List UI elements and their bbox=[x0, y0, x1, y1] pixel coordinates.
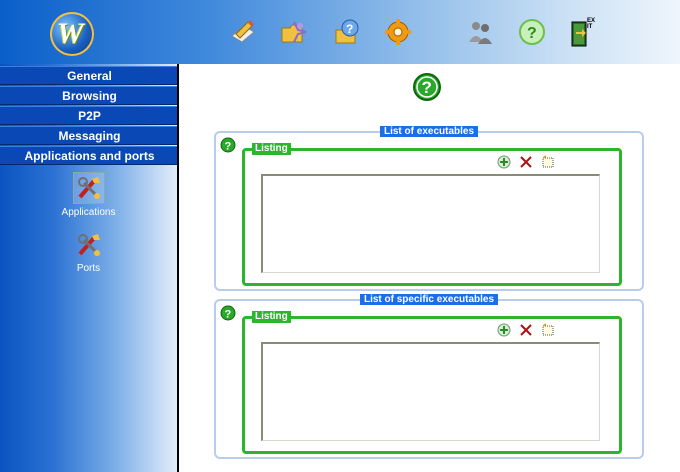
tools-icon bbox=[72, 172, 105, 204]
add-icon[interactable] bbox=[497, 323, 511, 337]
help-icon[interactable]: ? bbox=[220, 305, 236, 321]
sidebar-item-browsing[interactable]: Browsing bbox=[0, 86, 179, 105]
help-icon[interactable]: ? bbox=[220, 137, 236, 153]
panel-title: List of specific executables bbox=[359, 294, 499, 305]
help-wizard-tool-button[interactable]: ? bbox=[333, 18, 361, 46]
edit-icon[interactable] bbox=[541, 323, 555, 337]
users-tool-button[interactable] bbox=[466, 18, 494, 46]
sidebar: General Browsing P2P Messaging Applicati… bbox=[0, 64, 179, 472]
sidebar-item-p2p[interactable]: P2P bbox=[0, 106, 179, 125]
subitem-applications[interactable]: Applications bbox=[0, 172, 177, 218]
tools-icon bbox=[77, 234, 100, 256]
help-document-icon: ? bbox=[335, 19, 359, 44]
listing-group: Listing bbox=[242, 143, 622, 286]
sidebar-item-messaging[interactable]: Messaging bbox=[0, 126, 179, 145]
svg-text:?: ? bbox=[225, 309, 232, 321]
executables-listbox[interactable] bbox=[261, 174, 600, 273]
subitem-ports-label: Ports bbox=[76, 263, 101, 274]
listing-label: Listing bbox=[252, 311, 291, 323]
pencil-document-icon bbox=[231, 20, 255, 43]
delete-icon[interactable] bbox=[519, 155, 533, 169]
svg-text:?: ? bbox=[225, 141, 232, 153]
exit-label: EXIT bbox=[587, 18, 596, 30]
subitem-applications-label: Applications bbox=[61, 207, 116, 218]
edit-icon[interactable] bbox=[541, 155, 555, 169]
svg-text:?: ? bbox=[422, 78, 432, 97]
svg-text:?: ? bbox=[346, 22, 353, 36]
delete-icon[interactable] bbox=[519, 323, 533, 337]
subitem-ports[interactable]: Ports bbox=[0, 230, 177, 274]
help-tool-button[interactable]: ? bbox=[518, 18, 546, 46]
add-icon[interactable] bbox=[497, 155, 511, 169]
sidebar-item-applications-and-ports[interactable]: Applications and ports bbox=[0, 146, 179, 165]
panel-list-of-specific-executables: List of specific executables ? Listing bbox=[214, 294, 644, 459]
header-bar: W ? ? EXIT bbox=[0, 0, 680, 64]
sidebar-divider bbox=[177, 64, 179, 472]
panel-list-of-executables: List of executables ? Listing bbox=[214, 126, 644, 291]
svg-text:?: ? bbox=[527, 25, 537, 42]
specific-executables-listbox[interactable] bbox=[261, 342, 600, 441]
users-icon bbox=[469, 22, 492, 44]
panel-title: List of executables bbox=[379, 126, 479, 137]
settings-tool-button[interactable] bbox=[384, 18, 412, 46]
folder-wizard-icon bbox=[281, 21, 307, 43]
listing-group: Listing bbox=[242, 311, 622, 454]
gear-icon bbox=[385, 19, 411, 45]
logo-text: W bbox=[57, 17, 84, 50]
edit-tool-button[interactable] bbox=[228, 18, 256, 46]
exit-tool-button[interactable]: EXIT bbox=[570, 18, 600, 47]
question-icon: ? bbox=[519, 19, 545, 45]
logo: W bbox=[50, 12, 94, 56]
sidebar-item-general[interactable]: General bbox=[0, 66, 179, 85]
wizard-tool-button[interactable] bbox=[280, 18, 308, 46]
help-icon[interactable]: ? bbox=[412, 72, 442, 102]
listing-label: Listing bbox=[252, 143, 291, 155]
